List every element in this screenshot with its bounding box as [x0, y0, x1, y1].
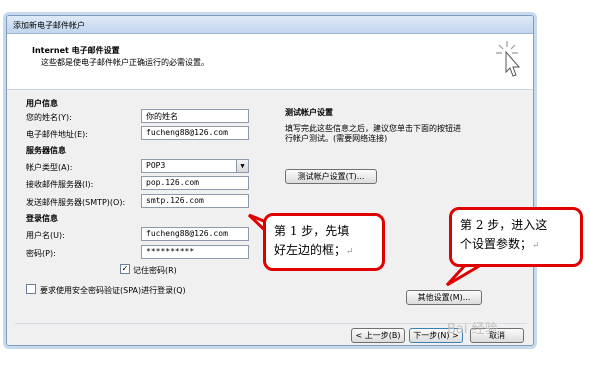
username-label: 用户名(U): [26, 231, 65, 240]
outgoing-server-label: 发送邮件服务器(SMTP)(O): [26, 198, 126, 207]
step1-line2: 好左边的框； [274, 243, 347, 257]
test-settings-heading: 测试帐户设置 [285, 108, 333, 117]
password-label: 密码(P): [26, 249, 56, 258]
email-field[interactable]: fucheng88@126.com [141, 126, 249, 140]
step2-callout: 第 2 步，进入这 个设置参数；↵ [449, 207, 583, 267]
remember-password-checkbox[interactable]: ✓ [120, 264, 130, 274]
email-label: 电子邮件地址(E): [26, 130, 88, 139]
user-info-heading: 用户信息 [26, 99, 58, 108]
account-type-value: POP3 [146, 161, 166, 170]
name-label: 您的姓名(Y): [26, 113, 72, 122]
server-info-heading: 服务器信息 [26, 146, 66, 155]
username-field[interactable]: fucheng88@126.com [141, 227, 249, 241]
header-title: Internet 电子邮件设置 [32, 46, 120, 55]
add-email-account-dialog: 添加新电子邮件帐户 Internet 电子邮件设置 这些都是使电子邮件帐户正确运… [6, 15, 534, 346]
step1-callout: 第 1 步，先填 好左边的框；↵ [263, 213, 385, 271]
step1-line1: 第 1 步，先填 [274, 224, 350, 238]
test-description-line2: 行帐户测试。(需要网络连接) [285, 134, 388, 143]
spa-checkbox[interactable] [26, 284, 36, 294]
name-field[interactable]: 你的姓名 [141, 109, 249, 123]
test-account-settings-button[interactable]: 测试帐户设置(T)... [285, 169, 377, 184]
header-subtitle: 这些都是使电子邮件帐户正确运行的必需设置。 [41, 58, 209, 67]
return-mark: ↵ [346, 247, 354, 257]
remember-password-label: 记住密码(R) [133, 266, 177, 275]
return-mark: ↵ [532, 241, 540, 251]
step2-line2: 个设置参数； [460, 237, 533, 251]
back-button[interactable]: < 上一步(B) [351, 328, 405, 343]
window-title: 添加新电子邮件帐户 [13, 21, 85, 30]
login-info-heading: 登录信息 [26, 214, 58, 223]
title-bar: 添加新电子邮件帐户 [7, 16, 533, 34]
outgoing-server-field[interactable]: smtp.126.com [141, 194, 249, 208]
incoming-server-field[interactable]: pop.126.com [141, 176, 249, 190]
step2-line1: 第 2 步，进入这 [460, 218, 548, 232]
watermark: Bai 经验 [447, 322, 498, 337]
more-settings-button[interactable]: 其他设置(M)... [406, 290, 482, 305]
incoming-server-label: 接收邮件服务器(I): [26, 180, 94, 189]
dialog-header: Internet 电子邮件设置 这些都是使电子邮件帐户正确运行的必需设置。 [7, 34, 533, 90]
account-type-select[interactable]: POP3 ▼ [141, 159, 249, 173]
pointer-cursor-icon [496, 41, 521, 77]
spa-label: 要求使用安全密码验证(SPA)进行登录(Q) [40, 286, 186, 295]
password-field[interactable]: ********** [141, 245, 249, 259]
chevron-down-icon[interactable]: ▼ [236, 160, 248, 172]
account-type-label: 帐户类型(A): [26, 163, 73, 172]
